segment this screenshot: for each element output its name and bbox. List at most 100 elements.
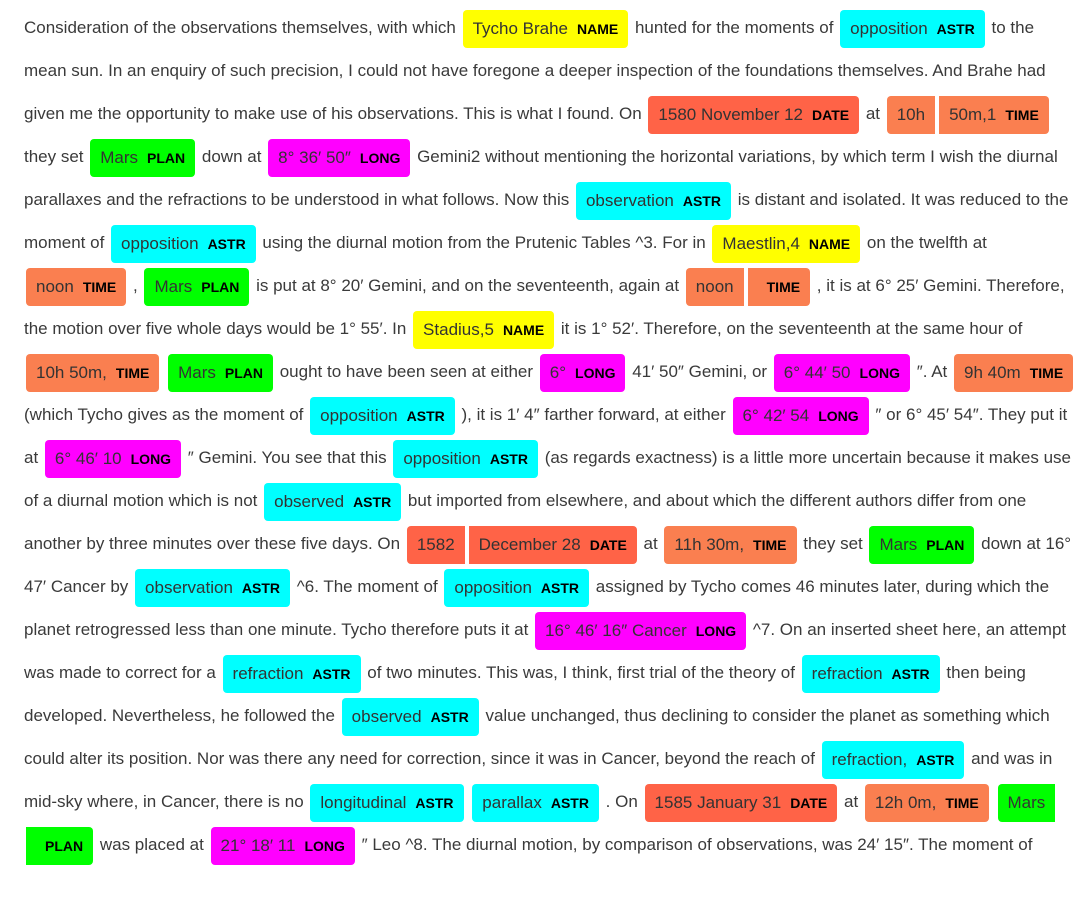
- entity-text: Stadius,5: [423, 319, 494, 339]
- entity-highlight: 6° 44′ 50 LONG: [773, 353, 910, 392]
- entity-label: ASTR: [891, 665, 930, 682]
- entity-highlight: 1580 November 12 DATE: [648, 95, 860, 134]
- plain-text: [991, 792, 996, 811]
- entity-label: ASTR: [489, 450, 528, 467]
- plain-text: at: [638, 534, 663, 553]
- entity-label: TIME: [1029, 364, 1064, 381]
- entity-label: NAME: [577, 20, 619, 37]
- entity-label: LONG: [359, 149, 401, 166]
- entity-label: ASTR: [916, 751, 955, 768]
- entity-label: DATE: [812, 106, 850, 123]
- entity-label: LONG: [304, 837, 345, 854]
- entity-text: observed: [351, 706, 422, 726]
- entity-text: 1580 November 12: [658, 104, 804, 124]
- entity-highlight: observation ASTR: [135, 568, 291, 607]
- entity-text: 50m,1: [949, 104, 997, 124]
- entity-text: 8° 36′ 50″: [278, 147, 351, 167]
- entity-highlight: Tycho Brahe NAME: [462, 9, 629, 48]
- plain-text: at: [839, 792, 863, 811]
- plain-text: using the diurnal motion from the Pruten…: [257, 233, 711, 252]
- plain-text: Consideration of the observations themse…: [24, 18, 461, 37]
- plain-text: on the twelfth at: [862, 233, 987, 252]
- entity-highlight: 1585 January 31 DATE: [644, 783, 838, 822]
- entity-highlight: 10h: [886, 95, 936, 134]
- entity-label: PLAN: [201, 278, 240, 295]
- plain-text: they set: [24, 147, 89, 166]
- entity-highlight: refraction, ASTR: [821, 740, 965, 779]
- entity-text: longitudinal: [320, 792, 407, 812]
- entity-highlight: noon: [685, 267, 744, 306]
- entity-highlight: PLAN: [26, 826, 94, 865]
- entity-highlight: 50m,1 TIME: [939, 95, 1049, 134]
- plain-text: [466, 792, 471, 811]
- entity-highlight: 10h 50m, TIME: [26, 353, 160, 392]
- entity-highlight: Mars PLAN: [168, 353, 273, 392]
- entity-text: 6° 46′ 10: [54, 448, 122, 468]
- entity-text: opposition: [403, 448, 481, 468]
- entity-highlight: observed ASTR: [341, 697, 479, 736]
- plain-text: ^6. The moment of: [292, 577, 443, 596]
- entity-text: Mars: [879, 534, 918, 554]
- plain-text: down at: [197, 147, 267, 166]
- plain-text: ″. At: [911, 362, 953, 381]
- entity-text: Tycho Brahe: [472, 18, 569, 38]
- entity-label: TIME: [766, 278, 801, 295]
- entity-text: parallax: [482, 792, 542, 812]
- entity-label: ASTR: [241, 579, 281, 596]
- entity-text: Mars: [1007, 792, 1046, 812]
- entity-text: Mars: [154, 276, 193, 296]
- entity-text: 21° 18′ 11: [220, 835, 296, 855]
- entity-highlight: opposition ASTR: [310, 396, 455, 435]
- entity-highlight: Mars PLAN: [869, 525, 975, 564]
- annotated-document-text: Consideration of the observations themse…: [0, 0, 1091, 901]
- entity-text: Maestlin,4: [722, 233, 800, 253]
- entity-highlight: noon TIME: [26, 267, 127, 306]
- entity-highlight: 6° 46′ 10 LONG: [44, 439, 182, 478]
- entity-text: 1582: [416, 534, 455, 554]
- entity-label: TIME: [115, 364, 150, 381]
- entity-label: ASTR: [207, 235, 246, 252]
- entity-text: 1585 January 31: [654, 792, 782, 812]
- entity-text: refraction: [811, 663, 883, 683]
- plain-text: ), it is 1′ 4″ farther forward, at eithe…: [456, 405, 731, 424]
- plain-text: they set: [798, 534, 868, 553]
- entity-label: DATE: [790, 794, 828, 811]
- entity-highlight: opposition ASTR: [840, 9, 985, 48]
- plain-text: ″ Gemini. You see that this: [183, 448, 392, 467]
- entity-label: LONG: [695, 622, 737, 639]
- entity-highlight: 21° 18′ 11 LONG: [210, 826, 355, 865]
- entity-text: opposition: [850, 18, 928, 38]
- plain-text: of two minutes. This was, I think, first…: [362, 663, 800, 682]
- entity-text: 12h 0m,: [874, 792, 937, 812]
- plain-text: was placed at: [95, 835, 209, 854]
- entity-text: 10h 50m,: [36, 362, 107, 382]
- entity-text: opposition: [454, 577, 532, 597]
- plain-text: hunted for the moments of: [630, 18, 839, 37]
- entity-label: LONG: [575, 364, 616, 381]
- entity-highlight: longitudinal ASTR: [310, 783, 464, 822]
- entity-label: ASTR: [312, 665, 351, 682]
- entity-text: refraction: [232, 663, 304, 683]
- entity-highlight: parallax ASTR: [472, 783, 599, 822]
- entity-label: PLAN: [45, 837, 84, 854]
- entity-highlight: 1582: [406, 525, 465, 564]
- entity-label: PLAN: [147, 149, 186, 166]
- entity-highlight: opposition ASTR: [444, 568, 590, 607]
- entity-highlight: opposition ASTR: [111, 224, 256, 263]
- entity-text: observed: [274, 491, 345, 511]
- entity-highlight: Mars PLAN: [144, 267, 250, 306]
- plain-text: ″ Leo ^8. The diurnal motion, by compari…: [356, 835, 1033, 854]
- entity-highlight: refraction ASTR: [801, 654, 940, 693]
- entity-highlight: refraction ASTR: [222, 654, 361, 693]
- entity-text: 6° 44′ 50: [783, 362, 851, 382]
- plain-text: at: [861, 104, 885, 123]
- entity-highlight: 9h 40m TIME: [954, 353, 1074, 392]
- entity-text: 6°: [549, 362, 567, 382]
- entity-highlight: 6° 42′ 54 LONG: [732, 396, 869, 435]
- entity-text: observation: [145, 577, 233, 597]
- entity-label: ASTR: [415, 794, 454, 811]
- entity-label: TIME: [82, 278, 117, 295]
- entity-label: ASTR: [353, 493, 392, 510]
- entity-label: NAME: [808, 235, 851, 252]
- plain-text: . On: [600, 792, 643, 811]
